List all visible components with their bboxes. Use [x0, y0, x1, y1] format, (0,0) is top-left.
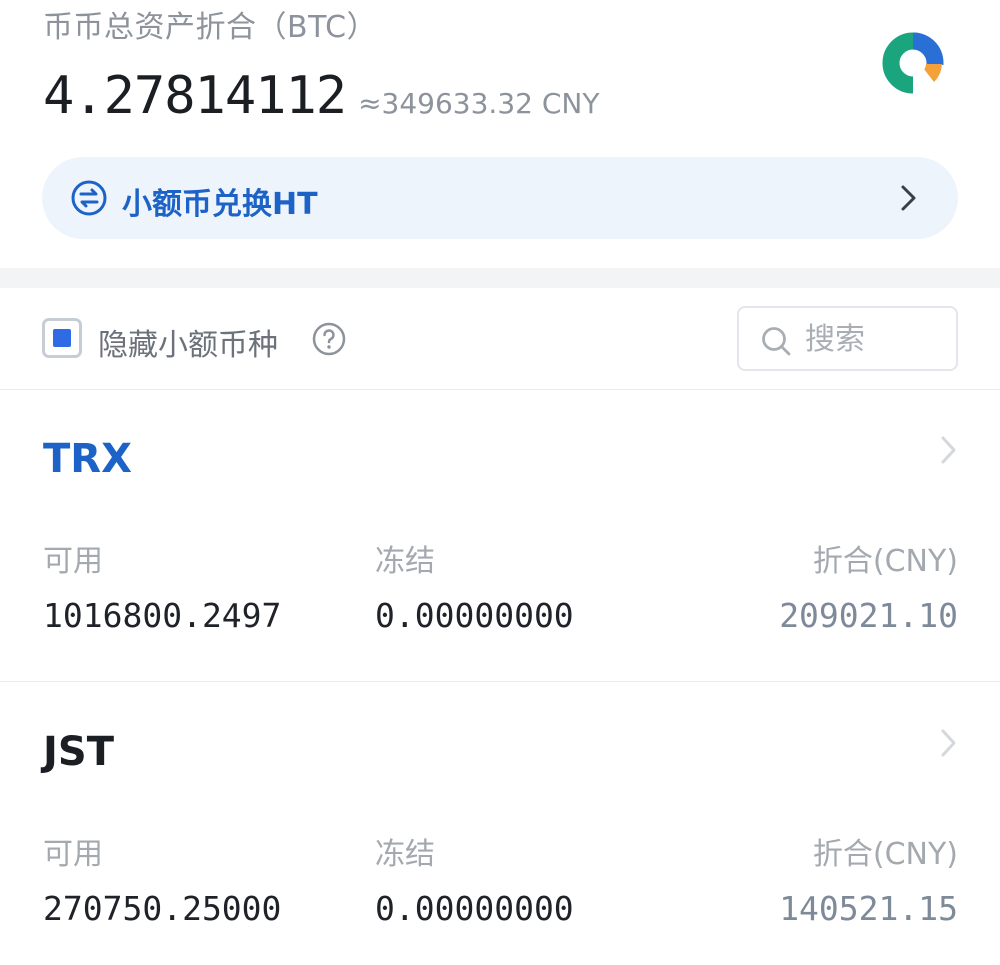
frozen-value: 0.00000000: [375, 889, 574, 928]
total-assets-label: 币币总资产折合（BTC）: [43, 10, 378, 45]
search-icon: [759, 324, 793, 358]
coin-name: JST: [43, 729, 114, 775]
small-coin-convert-button[interactable]: 小额币兑换HT: [42, 157, 958, 239]
available-label: 可用: [43, 837, 103, 872]
coin-row-jst[interactable]: JST 可用 冻结 折合(CNY) 270750.25000 0.0000000…: [0, 683, 1000, 965]
total-assets-row: 4.27814112 ≈349633.32 CNY: [43, 66, 599, 126]
chevron-right-icon: [898, 183, 920, 213]
available-value: 270750.25000: [43, 889, 282, 928]
swap-circle-icon: [70, 179, 108, 217]
available-value: 1016800.2497: [43, 596, 282, 635]
checkbox-checked-mark: [53, 329, 71, 347]
equivalent-label: 折合(CNY): [812, 544, 958, 579]
asset-summary: 币币总资产折合（BTC） 4.27814112 ≈349633.32 CNY 小…: [0, 0, 1000, 268]
frozen-label: 冻结: [375, 544, 435, 579]
available-label: 可用: [43, 544, 103, 579]
equivalent-value: 140521.15: [779, 889, 958, 928]
total-btc-value: 4.27814112: [43, 66, 347, 126]
hide-small-coins-label[interactable]: 隐藏小额币种: [98, 320, 278, 364]
search-input[interactable]: [805, 318, 945, 360]
coin-name: TRX: [43, 436, 132, 482]
frozen-label: 冻结: [375, 837, 435, 872]
equivalent-value: 209021.10: [779, 596, 958, 635]
section-divider: [0, 268, 1000, 288]
question-circle-icon[interactable]: [312, 322, 346, 356]
coin-row-trx[interactable]: TRX 可用 冻结 折合(CNY) 1016800.2497 0.0000000…: [0, 390, 1000, 682]
total-cny-value: ≈349633.32 CNY: [358, 87, 600, 120]
chevron-right-icon: [940, 727, 958, 759]
convert-label: 小额币兑换HT: [122, 187, 318, 222]
pie-chart-icon[interactable]: [880, 30, 946, 96]
frozen-value: 0.00000000: [375, 596, 574, 635]
equivalent-label: 折合(CNY): [812, 837, 958, 872]
search-box[interactable]: [737, 306, 958, 371]
hide-small-coins-checkbox[interactable]: [42, 318, 82, 358]
chevron-right-icon: [940, 434, 958, 466]
